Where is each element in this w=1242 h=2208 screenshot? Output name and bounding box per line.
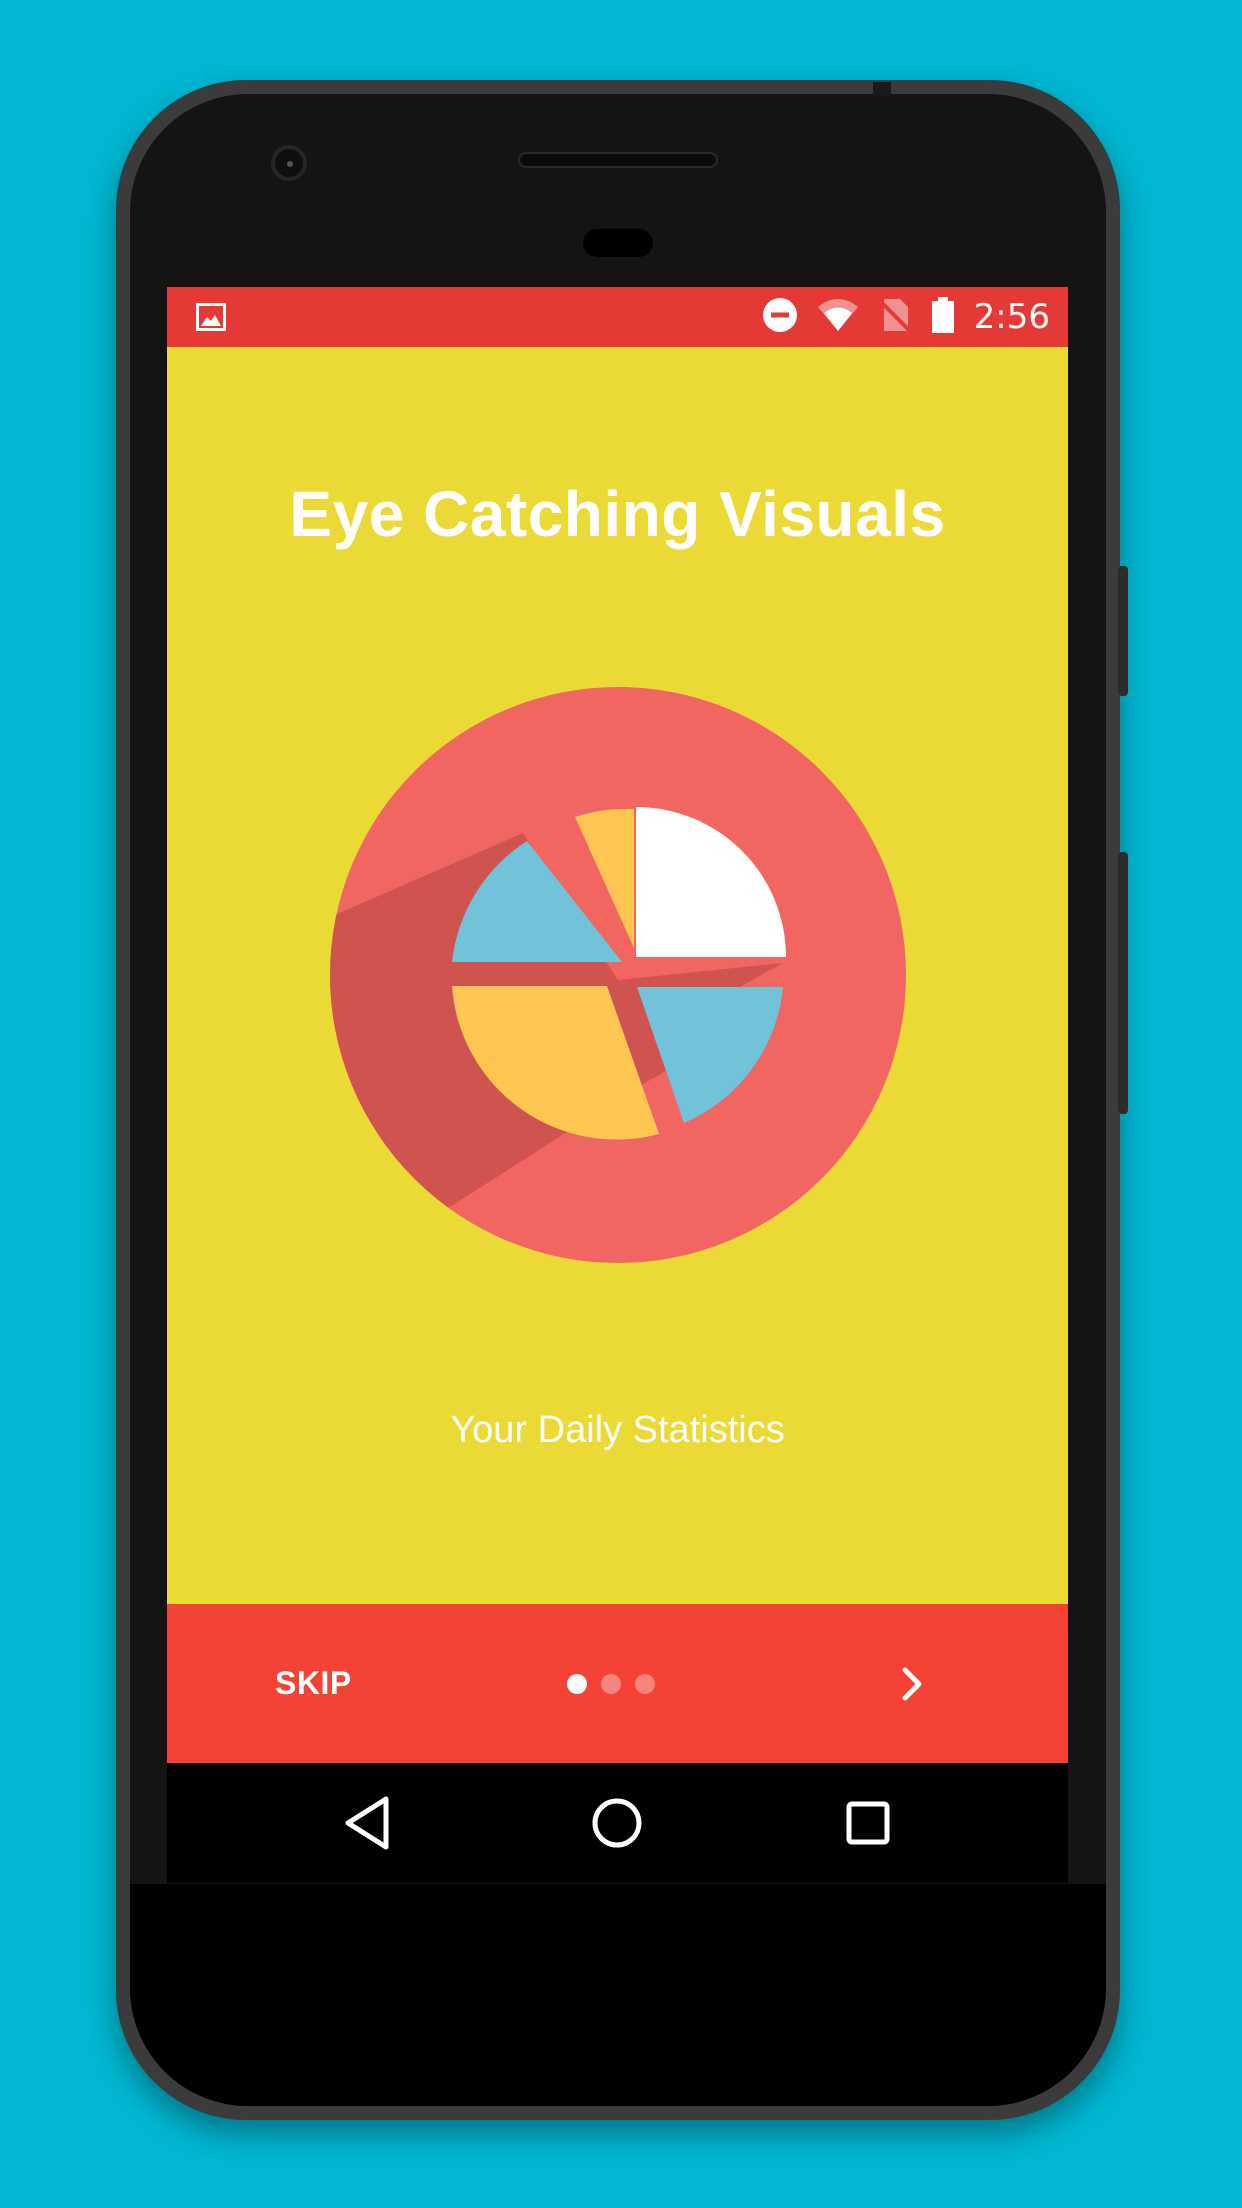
home-circle-icon	[592, 1798, 642, 1848]
status-icons: 2:56	[762, 287, 1050, 347]
back-button[interactable]	[329, 1785, 405, 1861]
wifi-icon	[816, 297, 860, 337]
onboarding-controls: SKIP	[167, 1604, 1068, 1763]
onboarding-title: Eye Catching Visuals	[289, 478, 946, 550]
earpiece-speaker	[518, 152, 718, 168]
battery-icon	[930, 296, 956, 338]
proximity-sensor	[583, 229, 653, 257]
image-icon	[196, 303, 226, 331]
no-sim-icon	[878, 297, 912, 337]
volume-button	[1118, 566, 1128, 696]
page-dot-active[interactable]	[567, 1673, 587, 1694]
page-dot[interactable]	[635, 1673, 655, 1694]
front-camera	[271, 145, 307, 181]
phone-chin	[130, 1884, 1106, 2106]
phone-notch	[873, 82, 891, 96]
skip-button[interactable]: SKIP	[257, 1604, 370, 1763]
next-button[interactable]	[877, 1648, 949, 1720]
page-dot[interactable]	[601, 1673, 621, 1694]
app-screen: 2:56 Eye Catching Visuals Your Daily Sta…	[167, 287, 1068, 1883]
recents-button[interactable]	[830, 1785, 906, 1861]
recents-square-icon	[846, 1801, 890, 1845]
power-button	[1118, 852, 1128, 1114]
system-nav-bar	[167, 1763, 1068, 1883]
onboarding-subtitle: Your Daily Statistics	[450, 1409, 785, 1451]
status-time: 2:56	[973, 297, 1050, 337]
back-triangle-icon	[345, 1796, 389, 1850]
status-bar: 2:56	[167, 287, 1068, 347]
page-indicator	[567, 1604, 655, 1763]
chevron-right-icon	[902, 1667, 922, 1701]
home-button[interactable]	[579, 1785, 655, 1861]
pie-chart-icon	[330, 687, 906, 1267]
do-not-disturb-icon	[762, 297, 798, 337]
